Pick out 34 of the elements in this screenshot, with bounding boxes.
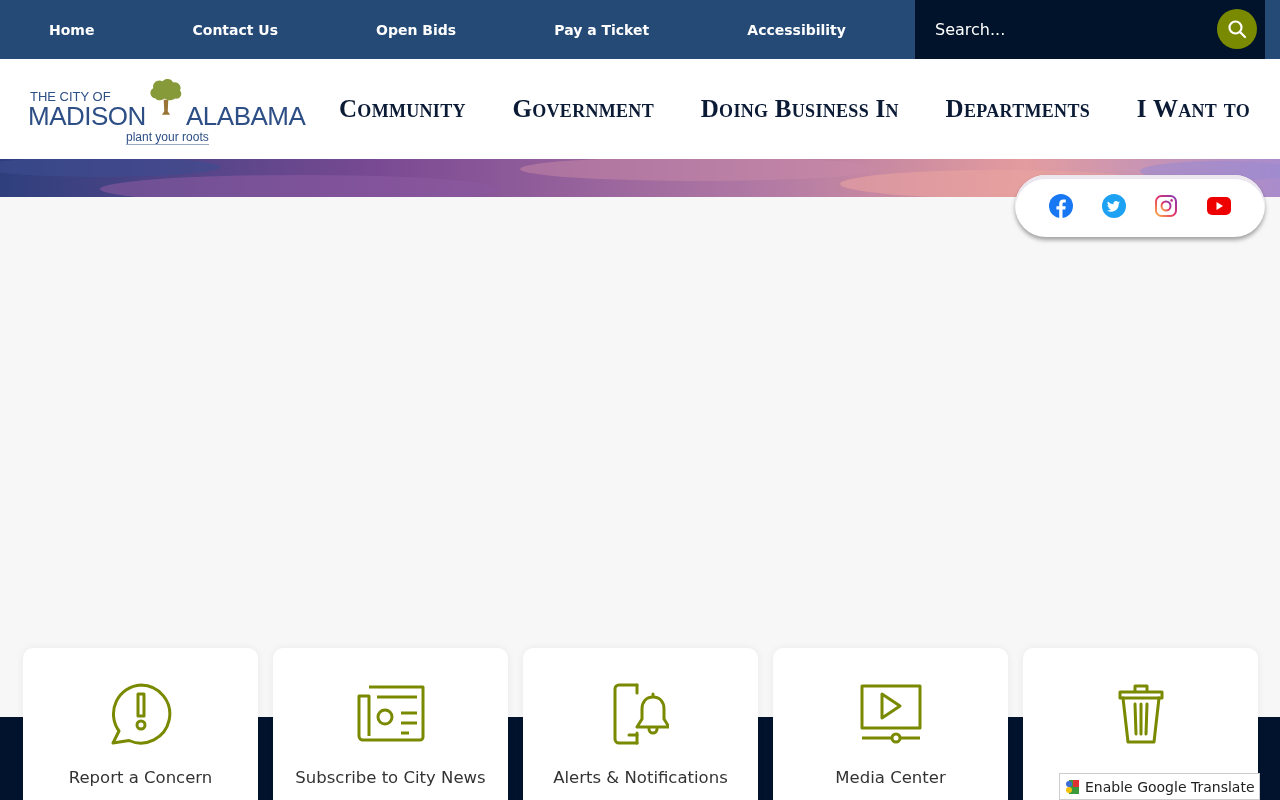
logo-text: THE CITY OF <box>30 90 111 103</box>
main-nav-link[interactable]: Government <box>512 95 654 123</box>
card-label: Subscribe to City News <box>295 768 486 787</box>
newspaper-icon <box>356 685 425 743</box>
facebook-icon[interactable] <box>1049 194 1074 218</box>
logo-text: ALABAMA <box>186 103 306 129</box>
main-nav-link[interactable]: Doing Business In <box>700 95 899 123</box>
quick-link-card[interactable]: Report a Concern <box>23 648 258 800</box>
quick-link-card[interactable]: Subscribe to City News <box>273 648 508 800</box>
twitter-icon[interactable] <box>1101 194 1126 218</box>
logo-tagline: plant your roots <box>126 131 209 145</box>
google-translate-icon <box>1064 778 1080 795</box>
search-icon <box>1227 19 1247 39</box>
quick-link-card[interactable]: Alerts & Notifications <box>523 648 758 800</box>
top-nav-link[interactable]: Pay a Ticket <box>548 17 656 42</box>
phone-bell-icon <box>612 683 669 745</box>
translate-button[interactable]: Enable Google Translate <box>1059 773 1260 800</box>
video-player-icon <box>859 684 922 744</box>
main-nav-link[interactable]: I Want to <box>1136 95 1250 123</box>
card-label: Alerts & Notifications <box>553 768 728 787</box>
top-nav-link[interactable]: Open Bids <box>370 17 463 42</box>
main-nav-link[interactable]: Community <box>339 95 466 123</box>
card-label: Report a Concern <box>68 768 213 787</box>
quick-link-card[interactable]: Media Center <box>773 648 1008 800</box>
search-field[interactable]: Search... <box>915 0 1265 59</box>
main-nav-link[interactable]: Departments <box>945 95 1090 123</box>
top-nav-link[interactable]: Accessibility <box>741 17 852 42</box>
logo-text: MADISON <box>28 103 146 129</box>
top-nav-link[interactable]: Contact Us <box>186 17 285 42</box>
card-label: Media Center <box>835 768 946 787</box>
top-nav-link[interactable]: Home <box>43 17 101 42</box>
youtube-icon[interactable] <box>1206 197 1231 215</box>
instagram-icon[interactable] <box>1154 194 1179 218</box>
trash-can-icon <box>1116 684 1165 744</box>
